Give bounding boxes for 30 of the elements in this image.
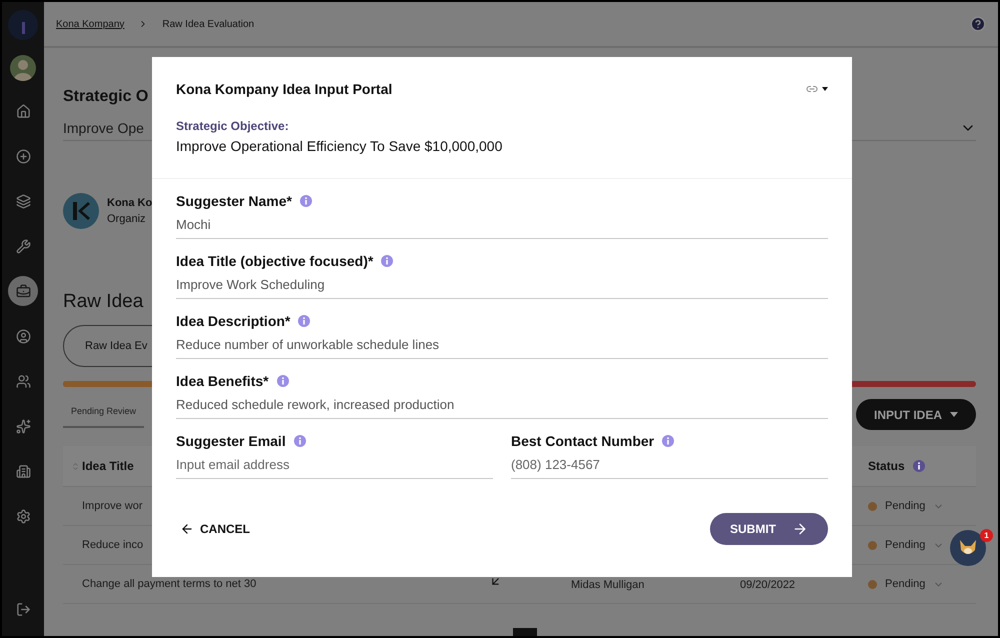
objective-text: Improve Operational Efficiency To Save $10,000,000 (176, 138, 504, 154)
column-header: Status (868, 459, 905, 473)
field-label: Idea Benefits* (176, 373, 269, 389)
column-header: Idea Title (82, 459, 134, 473)
field-label: Suggester Email (176, 433, 286, 449)
table-cell: Reduce inco (82, 539, 144, 551)
objective-dropdown[interactable]: Improve Ope (63, 120, 144, 136)
table-cell: Change all payment terms to net 30 (82, 578, 256, 590)
objective-label: Strategic Objective: (176, 119, 290, 133)
status-dropdown[interactable]: Pending (885, 500, 926, 512)
field-label: Idea Title (objective focused)* (176, 253, 374, 269)
section-heading: Raw Idea (63, 291, 144, 313)
section-heading: Strategic O (63, 88, 148, 106)
table-cell: Midas Mulligan (571, 579, 644, 591)
field-label: Best Contact Number (511, 433, 654, 449)
input-idea-button[interactable]: INPUT IDEA (856, 399, 976, 430)
breadcrumb-link[interactable]: Raw Idea Evaluation (162, 18, 254, 30)
organization-role: Organiz (107, 213, 147, 225)
submit-button[interactable]: SUBMIT (710, 513, 828, 545)
tab[interactable]: Pending Review (63, 402, 144, 428)
breadcrumb-link[interactable]: Kona Kompany (56, 18, 124, 30)
field-label: Suggester Name* (176, 193, 292, 209)
organization-name: Kona Ko (107, 197, 152, 209)
status-dropdown[interactable]: Pending (885, 539, 926, 551)
cancel-button[interactable]: CANCEL (176, 522, 254, 536)
table-cell: Improve wor (82, 500, 143, 512)
modal-title: Kona Kompany Idea Input Portal (176, 81, 392, 97)
table-cell: 09/20/2022 (740, 579, 796, 591)
status-dropdown[interactable]: Pending (885, 578, 926, 590)
notification-badge: 1 (980, 529, 993, 542)
